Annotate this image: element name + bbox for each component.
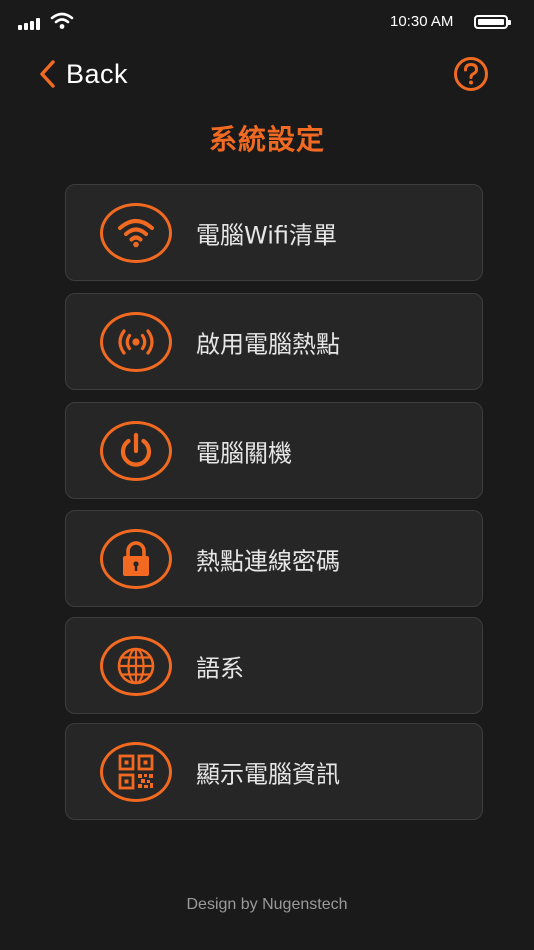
menu-item-label: 熱點連線密碼 (196, 547, 340, 575)
battery-icon (474, 15, 511, 29)
menu-item-language[interactable]: 語系 (65, 617, 483, 714)
menu-item-label: 語系 (196, 654, 244, 682)
menu-item-label: 顯示電腦資訊 (196, 760, 340, 788)
status-time: 10:30 AM (390, 13, 454, 30)
chevron-left-icon (40, 60, 55, 88)
menu-item-label: 啟用電腦熱點 (196, 330, 340, 358)
help-icon[interactable] (452, 56, 490, 92)
footer-credit: Design by Nugenstech (186, 896, 348, 913)
menu-item-wifi-list[interactable]: 電腦Wifi清單 (65, 184, 483, 281)
menu-item-shutdown[interactable]: 電腦關機 (65, 402, 483, 499)
menu-item-enable-hotspot[interactable]: 啟用電腦熱點 (65, 293, 483, 390)
back-button[interactable]: Back (36, 56, 128, 92)
menu-item-label: 電腦Wifi清單 (196, 221, 337, 249)
wifi-icon (100, 202, 172, 263)
hotspot-icon (100, 311, 172, 372)
status-bar: 10:30 AM (0, 0, 534, 44)
page-title: 系統設定 (208, 123, 325, 156)
menu-item-hotspot-password[interactable]: 熱點連線密碼 (65, 510, 483, 607)
wifi-status-icon (50, 12, 74, 29)
lock-icon (100, 528, 172, 589)
power-icon (100, 420, 172, 481)
menu-item-show-computer-info[interactable]: 顯示電腦資訊 (65, 723, 483, 820)
back-label: Back (66, 58, 129, 89)
qr-code-icon (100, 741, 172, 802)
menu-item-label: 電腦關機 (196, 439, 292, 467)
globe-icon (100, 635, 172, 696)
cellular-signal-icon (18, 18, 44, 30)
